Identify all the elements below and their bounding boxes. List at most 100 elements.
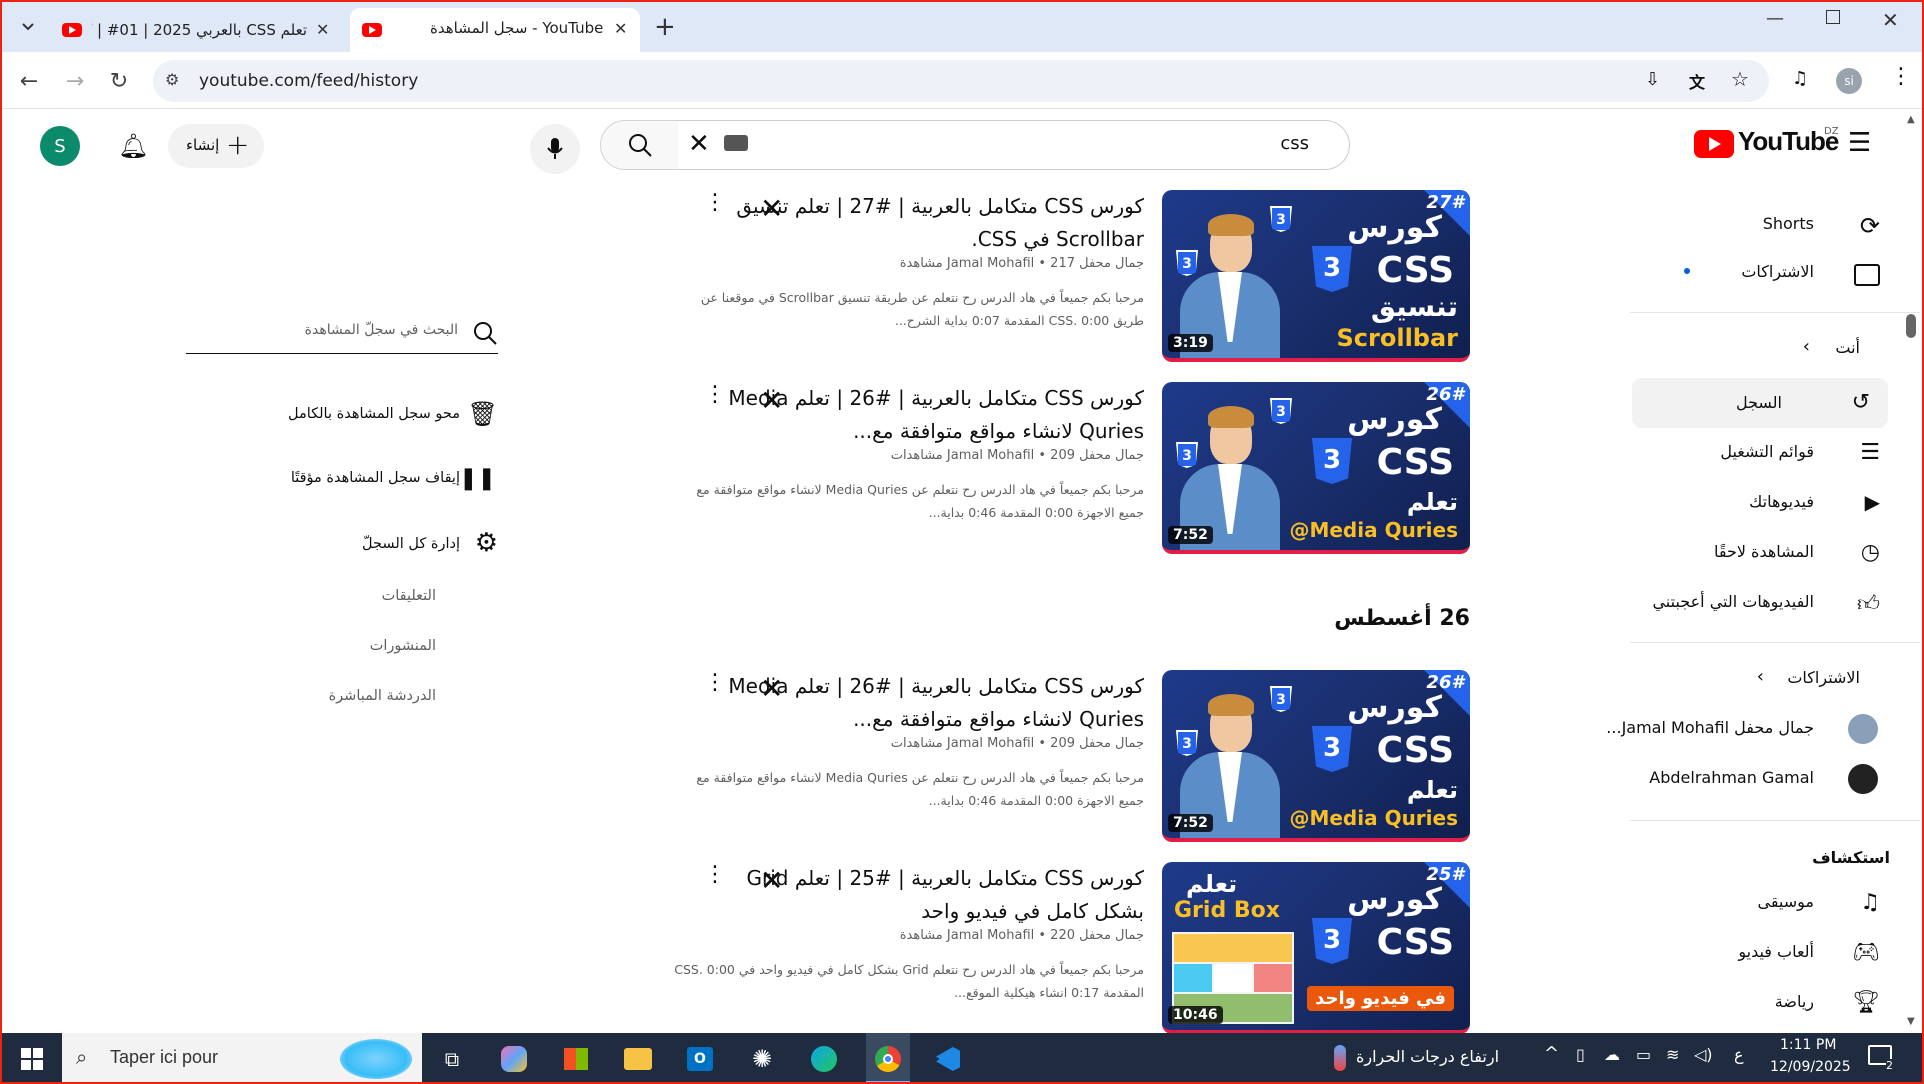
remove-from-history-icon[interactable]: ✕ bbox=[760, 384, 790, 417]
new-tab-button[interactable]: + bbox=[654, 12, 676, 42]
video-description: مرحبا بكم جميعاً في هاد الدرس رح نتعلم ع… bbox=[696, 770, 1144, 808]
css-logo-icon: 3 bbox=[1270, 398, 1292, 424]
hamburger-menu-icon[interactable]: ☰ bbox=[1848, 128, 1871, 158]
more-actions-icon[interactable]: ⋮ bbox=[704, 190, 726, 220]
sidebar-item-your-videos[interactable]: ▶ فيديوهاتك bbox=[1630, 480, 1890, 526]
sidebar-subs-header[interactable]: الاشتراكات › bbox=[1630, 656, 1890, 702]
video-meta: جمال محفل Jamal Mohafil • 220 مشاهدة bbox=[899, 928, 1144, 943]
sidebar-item-gaming[interactable]: 🎮︎ ألعاب فيديو bbox=[1630, 930, 1890, 976]
search-submit-button[interactable] bbox=[600, 120, 680, 170]
clear-search-icon[interactable]: ✕ bbox=[688, 129, 710, 159]
tab-history[interactable]: سجل المشاهدة - YouTube ✕ bbox=[350, 8, 640, 52]
onedrive-icon[interactable]: ☁ bbox=[1604, 1045, 1620, 1064]
video-thumbnail[interactable]: 26# 3 3 كورس 3 CSS تعلم @Media Quries 7:… bbox=[1162, 382, 1470, 554]
sidebar-label: أنت bbox=[1835, 338, 1860, 357]
more-actions-icon[interactable]: ⋮ bbox=[704, 382, 726, 412]
menu-kebab-icon[interactable]: ⋮ bbox=[1890, 64, 1912, 89]
file-explorer-icon[interactable] bbox=[622, 1043, 654, 1075]
reload-icon[interactable]: ↻ bbox=[104, 66, 134, 96]
sidebar-label: جمال محفل Jamal Mohafil... bbox=[1606, 718, 1814, 737]
more-actions-icon[interactable]: ⋮ bbox=[704, 670, 726, 700]
chevron-up-icon[interactable]: ^ bbox=[1544, 1043, 1559, 1064]
sidebar-item-liked[interactable]: 👍︎ الفيديوهات التي أعجبتني bbox=[1630, 580, 1890, 626]
chrome-icon[interactable] bbox=[866, 1033, 910, 1084]
tab-list-button[interactable] bbox=[12, 12, 44, 42]
store-icon[interactable] bbox=[560, 1043, 592, 1075]
install-app-icon[interactable]: ⇩ bbox=[1645, 69, 1660, 90]
outlook-icon[interactable]: O bbox=[684, 1043, 716, 1075]
sidebar-you-header[interactable]: أنت › bbox=[1630, 326, 1890, 372]
clock-date[interactable]: 12/09/2025 bbox=[1770, 1059, 1851, 1075]
create-label: إنشاء bbox=[186, 136, 220, 154]
video-row[interactable]: 27# 3 3 كورس 3 CSS تنسيق Scrollbar 3:19 … bbox=[690, 190, 1470, 366]
remove-from-history-icon[interactable]: ✕ bbox=[760, 192, 790, 225]
sidebar-item-playlists[interactable]: ☰ قوائم التشغيل bbox=[1630, 430, 1890, 476]
sidebar-sub-channel[interactable]: جمال محفل Jamal Mohafil... bbox=[1606, 706, 1890, 752]
account-avatar[interactable]: S bbox=[40, 126, 80, 166]
sidebar-item-subscriptions[interactable]: الاشتراكات bbox=[1630, 250, 1890, 296]
remove-from-history-icon[interactable]: ✕ bbox=[760, 672, 790, 705]
minimize-button[interactable]: — bbox=[1766, 8, 1784, 29]
create-button[interactable]: إنشاء + bbox=[168, 124, 264, 168]
copilot-icon[interactable] bbox=[498, 1043, 530, 1075]
chevron-down-icon bbox=[22, 23, 34, 31]
media-controls-icon[interactable]: ♫ bbox=[1792, 68, 1808, 89]
notifications-bell-icon[interactable]: 🔔︎ bbox=[118, 132, 148, 160]
page-scrollbar[interactable]: ▲ ▼ bbox=[1904, 114, 1918, 1030]
more-actions-icon[interactable]: ⋮ bbox=[704, 862, 726, 892]
notification-count: 2 bbox=[1886, 1059, 1893, 1072]
video-row[interactable]: 26# 3 3 كورس 3 CSS تعلم @Media Quries 7:… bbox=[690, 670, 1470, 846]
sidebar-item-sports[interactable]: 🏆︎ رياضة bbox=[1630, 980, 1890, 1026]
taskbar-search-box[interactable]: ⌕ Taper ici pour bbox=[62, 1033, 422, 1084]
search-input[interactable]: ✕ css bbox=[678, 120, 1350, 170]
sidebar-item-watch-later[interactable]: ◷ المشاهدة لاحقًا bbox=[1630, 530, 1890, 576]
thumbnail-text: @Media Quries bbox=[1289, 806, 1458, 830]
task-view-icon[interactable]: ⧉ bbox=[436, 1043, 468, 1075]
remove-from-history-icon[interactable]: ✕ bbox=[760, 864, 790, 897]
edge-icon[interactable] bbox=[808, 1043, 840, 1075]
clock-time[interactable]: 1:11 PM bbox=[1780, 1037, 1836, 1053]
vscode-icon[interactable] bbox=[932, 1043, 964, 1075]
keyboard-icon[interactable] bbox=[724, 135, 748, 151]
back-arrow-icon[interactable]: ← bbox=[14, 66, 44, 96]
close-icon[interactable]: ✕ bbox=[316, 20, 329, 39]
video-thumbnail[interactable]: 26# 3 3 كورس 3 CSS تعلم @Media Quries 7:… bbox=[1162, 670, 1470, 842]
volume-icon[interactable]: ◁) bbox=[1694, 1045, 1713, 1064]
tab-css-course[interactable]: تعلم CSS بالعربي 2025 | 01# | كو ✕ bbox=[52, 8, 342, 52]
site-settings-icon[interactable]: ⚙ bbox=[165, 70, 179, 89]
sidebar-item-shorts[interactable]: ⟳ Shorts bbox=[1630, 202, 1890, 248]
sidebar-sub-channel[interactable]: Abdelrahman Gamal bbox=[1630, 756, 1890, 802]
translate-icon[interactable]: 文 bbox=[1689, 69, 1705, 93]
forward-arrow-icon[interactable]: → bbox=[60, 66, 90, 96]
device-icon[interactable]: ▯ bbox=[1576, 1045, 1585, 1064]
input-language[interactable]: ع bbox=[1734, 1045, 1744, 1064]
thermometer-icon bbox=[1334, 1045, 1346, 1071]
youtube-logo-icon[interactable] bbox=[1694, 130, 1734, 158]
scrollbar-thumb[interactable] bbox=[1906, 314, 1916, 338]
bookmark-star-icon[interactable]: ☆ bbox=[1731, 67, 1749, 91]
video-row[interactable]: 25# تعلم Grid Box كورس 3 CSS في فيديو وا… bbox=[674, 862, 1470, 1033]
close-window-button[interactable]: ✕ bbox=[1882, 8, 1899, 32]
video-thumbnail[interactable]: 27# 3 3 كورس 3 CSS تنسيق Scrollbar 3:19 bbox=[1162, 190, 1470, 362]
weather-text[interactable]: ارتفاع درجات الحرارة bbox=[1356, 1047, 1499, 1066]
battery-icon[interactable]: ▭ bbox=[1636, 1045, 1651, 1064]
video-thumbnail[interactable]: 25# تعلم Grid Box كورس 3 CSS في فيديو وا… bbox=[1162, 862, 1470, 1033]
windows-taskbar: ⌕ Taper ici pour ⧉ O ✺ ارتفاع درجات الحر… bbox=[0, 1033, 1924, 1084]
restore-button[interactable] bbox=[1826, 10, 1840, 24]
tab-title: تعلم CSS بالعربي 2025 | 01# | كو bbox=[92, 21, 307, 39]
wifi-icon[interactable]: ≋ bbox=[1666, 1045, 1679, 1064]
video-row[interactable]: 26# 3 3 كورس 3 CSS تعلم @Media Quries 7:… bbox=[690, 382, 1470, 558]
close-icon[interactable]: ✕ bbox=[614, 19, 627, 38]
profile-avatar[interactable]: si bbox=[1836, 68, 1862, 94]
voice-search-button[interactable] bbox=[530, 124, 580, 174]
chatgpt-icon[interactable]: ✺ bbox=[746, 1043, 778, 1075]
sidebar-label: Shorts bbox=[1762, 214, 1814, 233]
sidebar-item-music[interactable]: ♫ موسيقى bbox=[1630, 880, 1890, 926]
url-text[interactable]: youtube.com/feed/history bbox=[199, 71, 418, 91]
windows-start-icon[interactable] bbox=[16, 1043, 48, 1075]
search-query[interactable]: css bbox=[1280, 133, 1309, 154]
omnibox[interactable]: ⚙ youtube.com/feed/history ⇩ 文 ☆ bbox=[153, 60, 1769, 102]
video-meta: جمال محفل Jamal Mohafil • 209 مشاهدات bbox=[890, 736, 1144, 751]
sidebar-item-history[interactable]: ↺ السجل bbox=[1632, 378, 1888, 428]
thumbnail-text: في فيديو واحد bbox=[1307, 986, 1454, 1011]
